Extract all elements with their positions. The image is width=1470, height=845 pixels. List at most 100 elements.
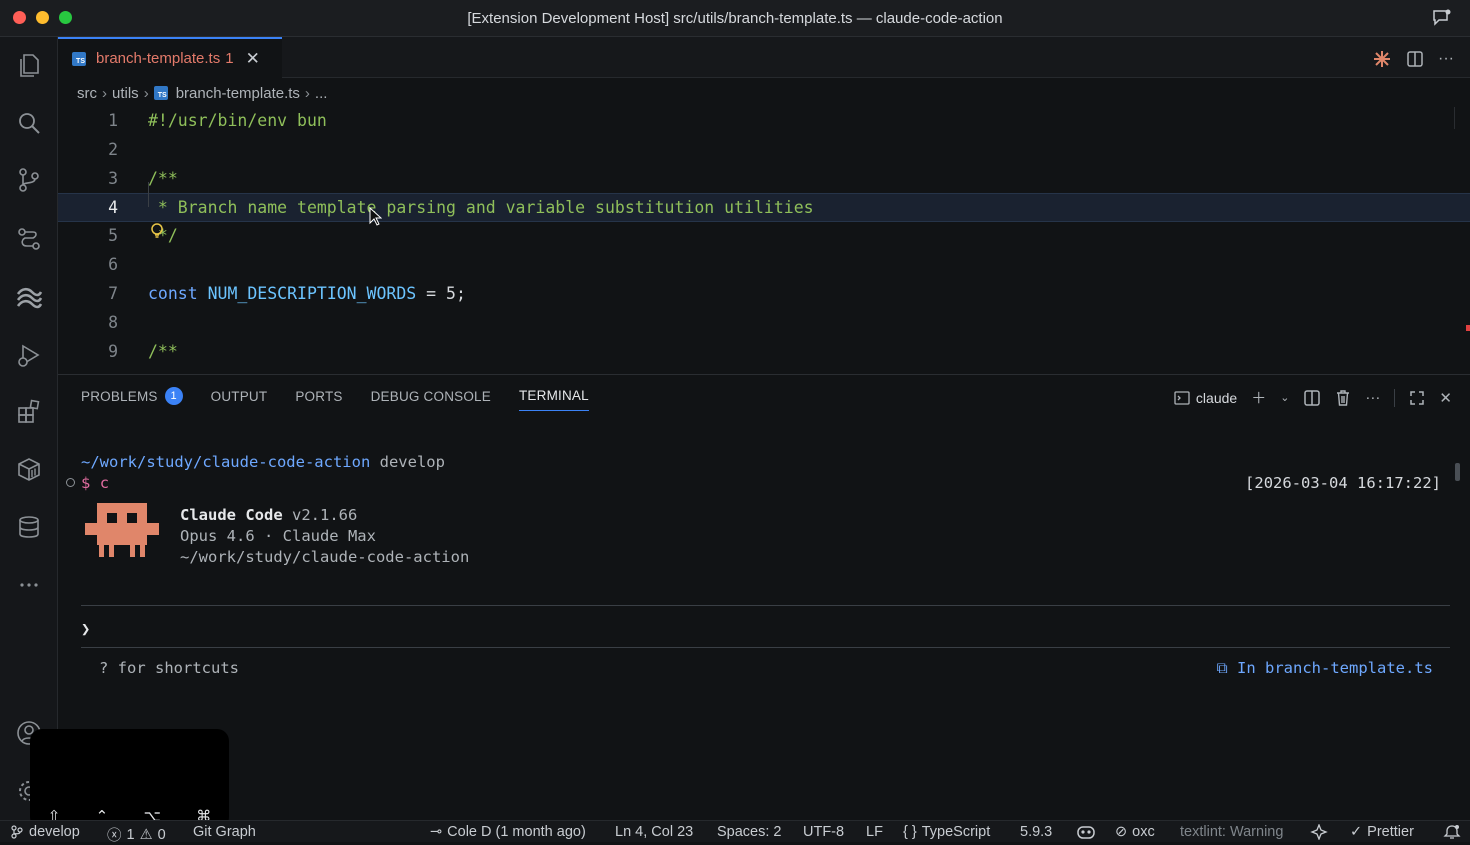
claude-mascot-icon <box>85 503 159 557</box>
problems-badge: 1 <box>164 387 183 405</box>
lightbulb-icon[interactable] <box>150 223 164 239</box>
tab-branch-template[interactable]: TS branch-template.ts 1 ✕ <box>58 37 282 78</box>
status-prettier[interactable]: ✓ Prettier <box>1350 824 1414 840</box>
status-git-graph[interactable]: Git Graph <box>193 824 256 840</box>
bottom-panel: PROBLEMS 1 OUTPUT PORTS DEBUG CONSOLE TER… <box>58 374 1470 820</box>
braces-icon: { } <box>903 824 917 840</box>
divider <box>81 605 1450 606</box>
code-line: 9 /** <box>58 338 1470 367</box>
breadcrumb-symbol[interactable]: ... <box>315 85 328 102</box>
breadcrumb-file[interactable]: branch-template.ts <box>176 85 300 102</box>
packages-icon[interactable] <box>15 455 43 483</box>
status-branch-label: develop <box>29 824 80 840</box>
breadcrumb-src[interactable]: src <box>77 85 97 102</box>
claude-icon[interactable] <box>15 282 43 310</box>
search-icon[interactable] <box>15 109 43 137</box>
check-icon: ✓ <box>1350 824 1363 840</box>
input-prompt[interactable]: ❯ <box>81 620 90 638</box>
terminal-cwd: ~/work/study/claude-code-action <box>81 453 371 471</box>
prompt-symbol: $ <box>81 474 91 492</box>
terminal-command: c <box>99 474 110 492</box>
notifications-bell-icon[interactable] <box>1443 824 1461 840</box>
terminal-name: claude <box>1195 389 1238 406</box>
code-editor[interactable]: 1 #!/usr/bin/env bun 2 3 /** 4 * Branch … <box>58 107 1470 374</box>
more-icon[interactable] <box>15 571 43 599</box>
line-text: #!/usr/bin/env bun <box>148 111 327 130</box>
tab-debug-console-label: DEBUG CONSOLE <box>370 388 491 404</box>
commit-icon: ⊸ <box>430 824 443 840</box>
database-icon[interactable] <box>15 513 43 541</box>
explorer-icon[interactable] <box>15 51 43 79</box>
line-text: const NUM_DESCRIPTION_WORDS = 5; <box>148 284 466 303</box>
tab-output[interactable]: OUTPUT <box>211 387 268 411</box>
line-number: 3 <box>108 169 118 188</box>
terminal-selector[interactable]: claude <box>1174 390 1237 406</box>
maximize-panel-icon[interactable] <box>1409 390 1425 406</box>
breadcrumb-utils[interactable]: utils <box>112 85 139 102</box>
typescript-file-icon: TS <box>72 51 86 66</box>
new-terminal-icon[interactable]: ＋ <box>1251 387 1266 408</box>
chat-icon[interactable] <box>1432 9 1452 27</box>
terminal-path-line: ~/work/study/claude-code-action develop <box>81 453 445 471</box>
status-position[interactable]: Ln 4, Col 23 <box>615 824 693 840</box>
more-actions-icon[interactable]: ··· <box>1365 389 1380 406</box>
status-textlint[interactable]: textlint: Warning <box>1180 824 1283 840</box>
claude-spark-icon[interactable] <box>1372 49 1392 69</box>
status-feedback[interactable] <box>1310 824 1328 840</box>
status-spaces[interactable]: Spaces: 2 <box>717 824 782 840</box>
terminal-icon <box>1174 390 1190 405</box>
chevron-down-icon[interactable]: ⌄ <box>1280 391 1289 404</box>
status-language[interactable]: { } TypeScript <box>903 824 990 840</box>
status-branch[interactable]: develop <box>10 824 80 840</box>
claude-code-title: Claude Code v2.1.66 <box>180 506 357 524</box>
minimap-slider[interactable] <box>1454 107 1470 129</box>
split-editor-icon[interactable] <box>1406 50 1424 68</box>
tab-problem-count: 1 <box>225 50 234 67</box>
tab-terminal-label: TERMINAL <box>518 388 589 403</box>
panel-actions: claude ＋ ⌄ ··· ✕ <box>1174 387 1452 408</box>
status-blame[interactable]: ⊸ Cole D (1 month ago) <box>430 824 586 840</box>
run-debug-icon[interactable] <box>15 341 43 369</box>
terminal-scrollbar[interactable] <box>1455 463 1460 481</box>
chevron-right-icon: › <box>102 84 107 102</box>
window-title: [Extension Development Host] src/utils/b… <box>467 10 1003 27</box>
code-rest: = 5; <box>416 284 466 303</box>
status-eol[interactable]: LF <box>866 824 883 840</box>
line-text: /** <box>148 342 178 361</box>
line-text: /** <box>148 169 178 188</box>
tab-ports[interactable]: PORTS <box>295 387 342 411</box>
line-number: 7 <box>108 284 118 303</box>
tab-problems[interactable]: PROBLEMS 1 <box>81 387 183 411</box>
line-number: 6 <box>108 255 118 274</box>
oxc-label: oxc <box>1132 824 1155 840</box>
trash-icon[interactable] <box>1335 389 1351 407</box>
tab-debug-console[interactable]: DEBUG CONSOLE <box>371 387 491 411</box>
tab-ports-label: PORTS <box>295 388 343 404</box>
app-name: Claude Code <box>180 506 283 524</box>
status-encoding[interactable]: UTF-8 <box>803 824 844 840</box>
line-number: 5 <box>108 226 118 245</box>
context-reference[interactable]: ⧉ In branch-template.ts <box>1217 659 1433 678</box>
divider <box>1394 388 1396 407</box>
line-number: 4 <box>108 198 118 217</box>
status-oxc[interactable]: ⊘ oxc <box>1115 824 1155 840</box>
title-bar: [Extension Development Host] src/utils/b… <box>0 0 1470 37</box>
language-label: TypeScript <box>921 824 991 840</box>
tab-terminal[interactable]: TERMINAL <box>518 387 589 411</box>
git-graph-icon[interactable] <box>15 225 43 253</box>
code-line: 6 <box>58 251 1470 280</box>
terminal-prompt-line: $ c <box>81 474 109 492</box>
close-panel-icon[interactable]: ✕ <box>1439 389 1452 407</box>
keystroke-overlay: ⇧ ⌃ ⌥ ⌘ <box>30 729 229 829</box>
command-status-icon <box>66 478 75 487</box>
line-number: 2 <box>108 140 118 159</box>
source-control-icon[interactable] <box>15 166 43 194</box>
status-ts-version[interactable]: 5.9.3 <box>1020 824 1052 840</box>
copilot-icon[interactable] <box>1076 824 1096 840</box>
terminal-branch: develop <box>379 453 445 471</box>
extensions-icon[interactable] <box>15 398 43 426</box>
chevron-right-icon: › <box>143 84 149 102</box>
close-icon[interactable]: ✕ <box>246 49 260 69</box>
more-actions-icon[interactable]: ··· <box>1438 50 1454 68</box>
split-terminal-icon[interactable] <box>1303 389 1321 407</box>
